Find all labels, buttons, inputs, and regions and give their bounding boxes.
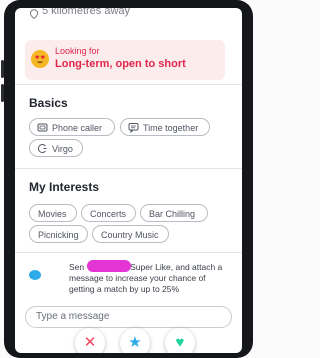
nope-button[interactable]: ✕ [75, 328, 105, 353]
divider [15, 252, 242, 253]
tablet-frame: 5 kilometres away Looking for Long-term,… [1, 0, 253, 358]
star-icon: ★ [128, 334, 142, 351]
interest-chip: Concerts [81, 204, 136, 222]
redaction-mark [87, 260, 131, 272]
message-input[interactable]: Type a message [25, 306, 232, 328]
divider [15, 84, 242, 85]
looking-for-value: Long-term, open to short [55, 58, 186, 70]
distance-text: 5 kilometres away [42, 8, 131, 17]
looking-for-label: Looking for [55, 46, 100, 56]
basics-chip-label: Time together [143, 123, 199, 133]
volume-down-button [1, 84, 4, 102]
interest-chip: Country Music [92, 225, 169, 243]
interests-title: My Interests [29, 180, 100, 194]
super-like-promo: Sen Super Like, and attach a message to i… [15, 254, 242, 304]
interest-chip: Movies [29, 204, 77, 222]
chat-bubble-icon [128, 123, 139, 133]
distance-row: 5 kilometres away [15, 8, 242, 30]
promo-prefix: Sen [69, 262, 85, 272]
message-placeholder: Type a message [36, 311, 110, 322]
interest-chip: Picnicking [29, 225, 88, 243]
location-pin-icon [29, 9, 39, 19]
action-bar: ✕ ★ ♥ [15, 328, 242, 353]
heart-icon: ♥ [175, 334, 185, 351]
basics-chip-virgo: Virgo [29, 139, 83, 157]
interest-chip: Bar Chilling [140, 204, 208, 222]
basics-title: Basics [29, 96, 68, 110]
basics-chip-phone-caller: Phone caller [29, 118, 115, 136]
super-like-bubble-icon [29, 270, 41, 280]
interest-chip-label: Picnicking [38, 230, 79, 240]
basics-chip-label: Virgo [52, 144, 73, 154]
interest-chip-label: Bar Chilling [149, 209, 196, 219]
looking-for-card: Looking for Long-term, open to short [25, 40, 225, 80]
profile-screen: 5 kilometres away Looking for Long-term,… [15, 8, 242, 353]
super-like-button[interactable]: ★ [120, 328, 150, 353]
basics-chip-time-together: Time together [120, 118, 210, 136]
interest-chip-label: Country Music [101, 230, 159, 240]
volume-up-button [1, 60, 4, 78]
interest-chip-label: Movies [38, 209, 67, 219]
basics-chip-label: Phone caller [52, 123, 103, 133]
interest-chip-label: Concerts [90, 209, 127, 219]
divider [15, 168, 242, 169]
x-icon: ✕ [83, 334, 97, 351]
zodiac-icon [37, 144, 47, 153]
like-button[interactable]: ♥ [165, 328, 195, 353]
phone-caller-icon [37, 123, 48, 132]
heart-eyes-emoji-icon [31, 50, 49, 68]
